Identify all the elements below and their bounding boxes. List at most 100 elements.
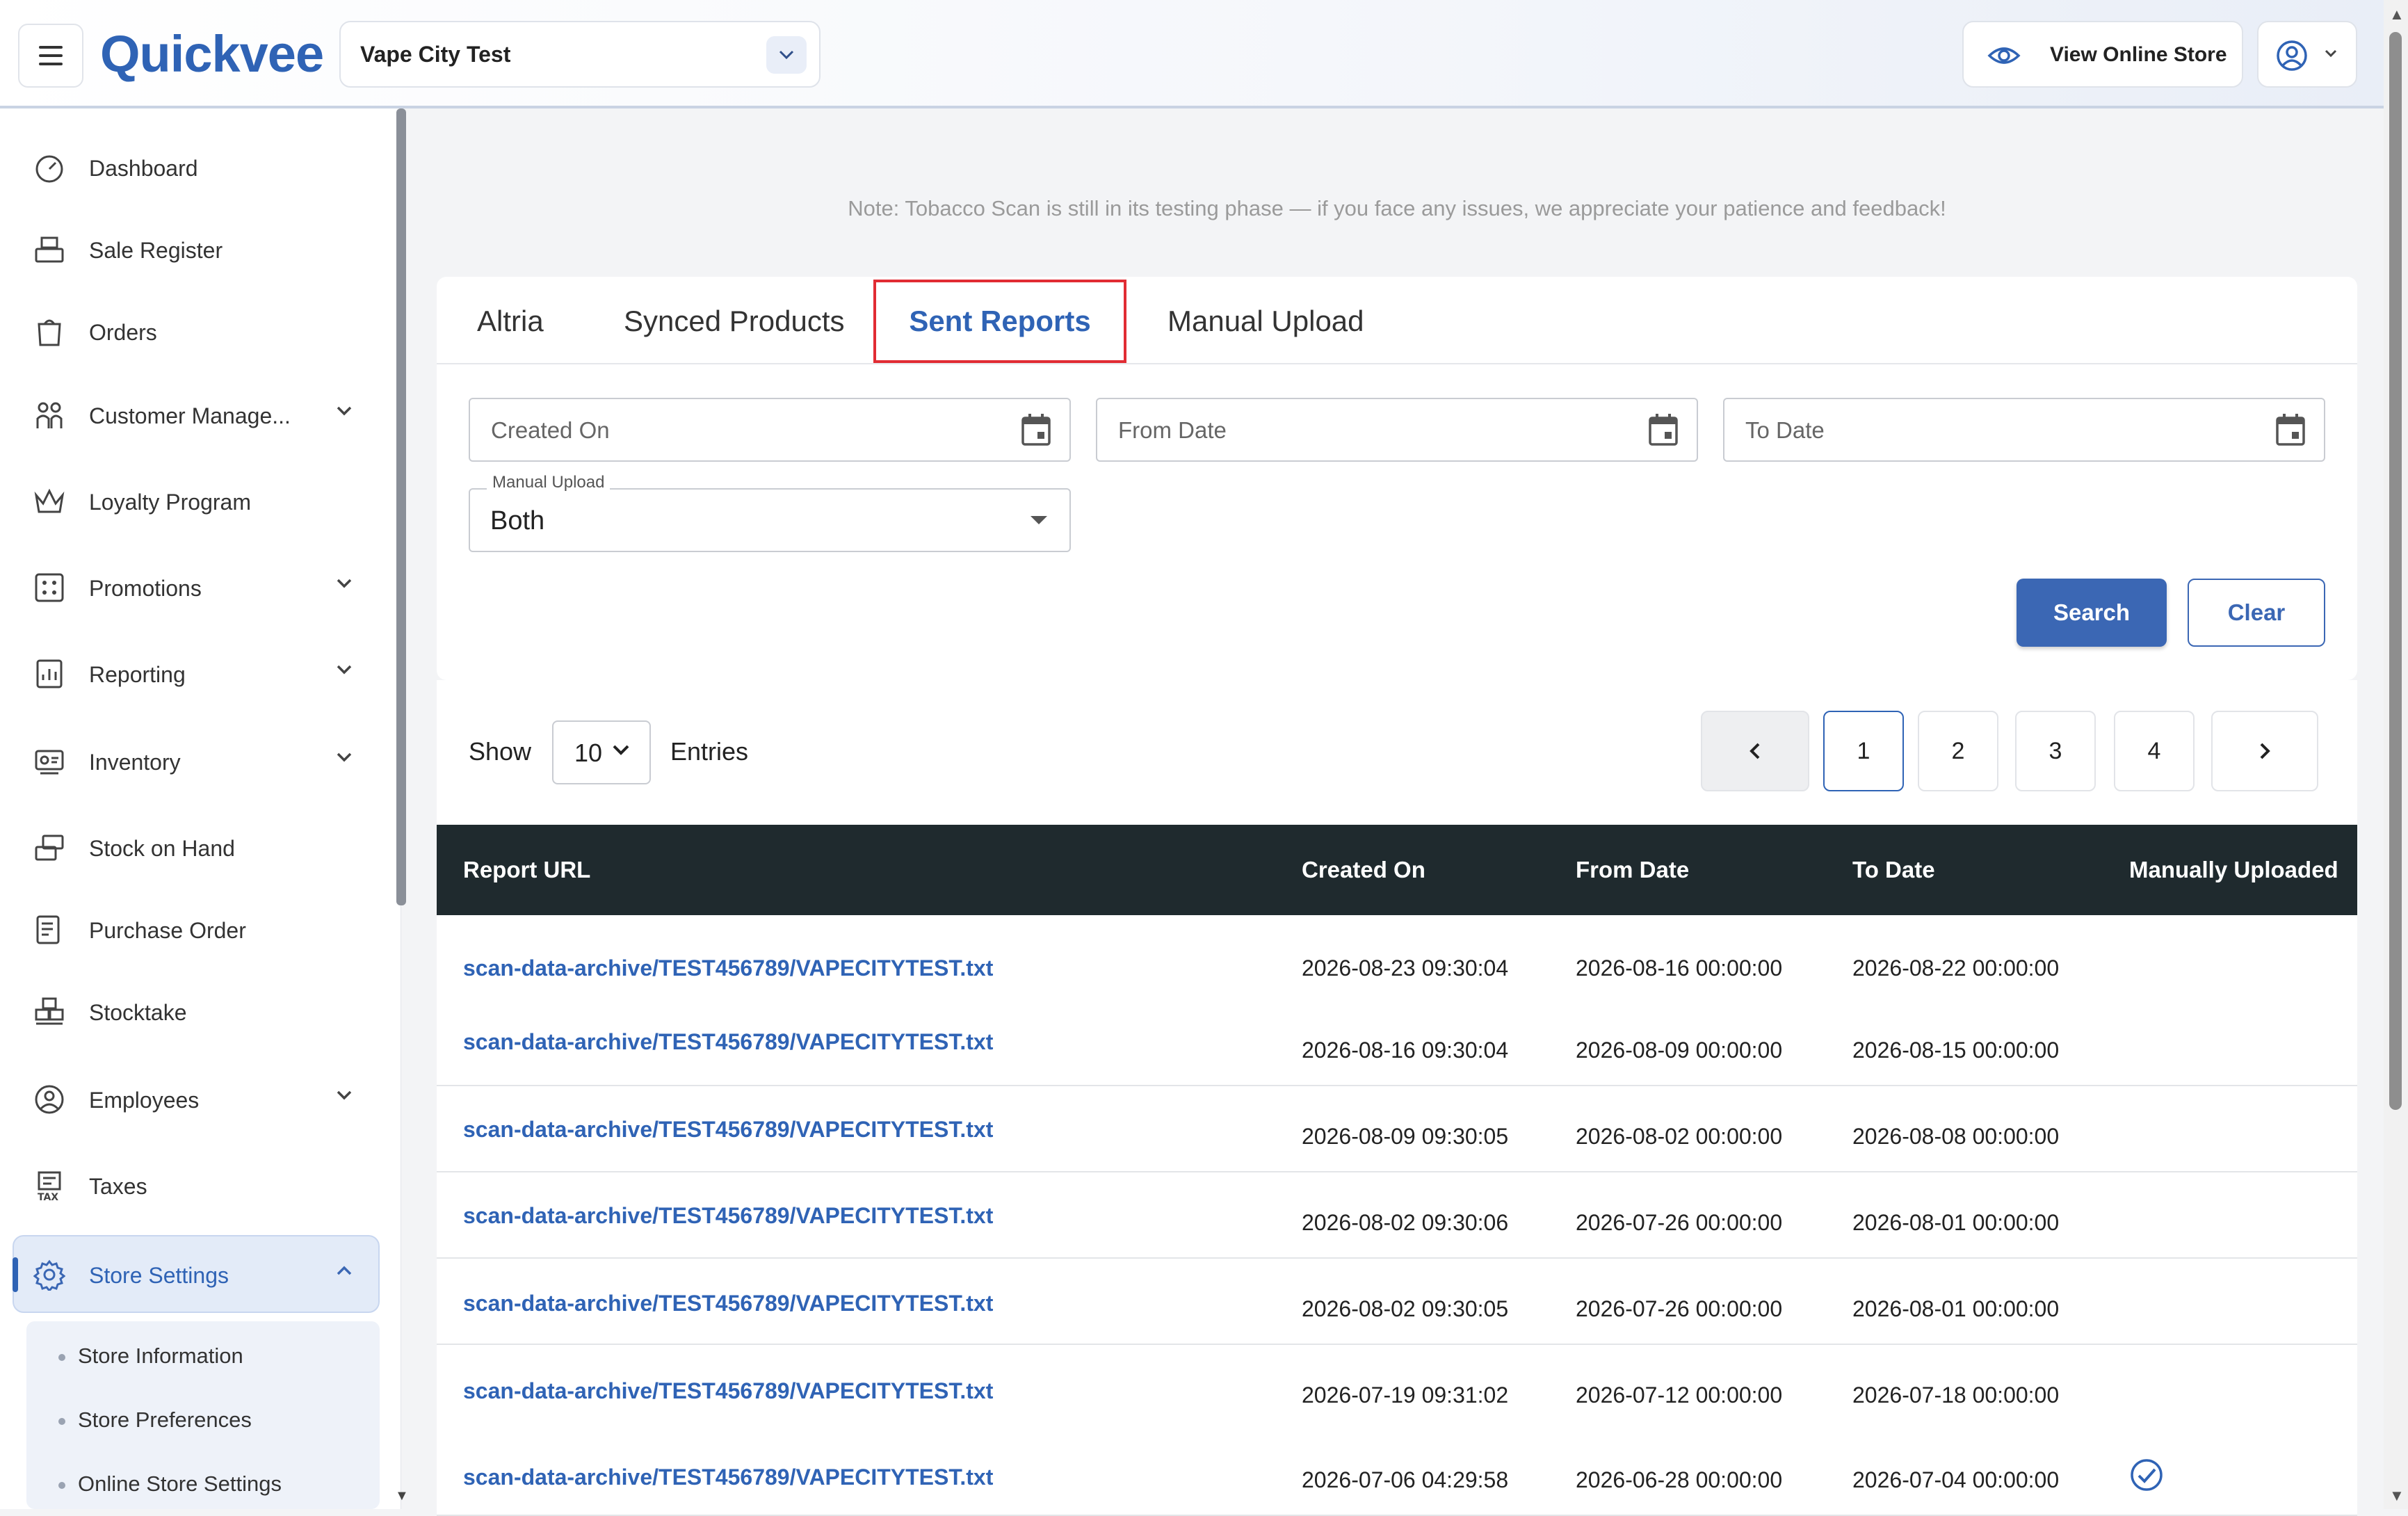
calendar-icon[interactable] [2275,413,2306,450]
eye-icon [1987,42,2021,73]
from-date-cell: 2026-07-12 00:00:00 [1576,1382,1783,1408]
from-date-cell: 2026-06-28 00:00:00 [1576,1467,1783,1492]
clear-button[interactable]: Clear [2188,579,2325,647]
report-url-link[interactable]: scan-data-archive/TEST456789/VAPECITYTES… [463,1378,993,1404]
to-date-cell: 2026-08-08 00:00:00 [1852,1124,2060,1149]
column-manually-uploaded[interactable]: Manually Uploaded [2129,857,2338,883]
from-date-field[interactable]: From Date [1096,398,1698,462]
user-menu-button[interactable] [2257,21,2357,88]
column-from-date[interactable]: From Date [1576,857,1689,883]
created-on-placeholder: Created On [491,417,610,443]
entries-label: Entries [670,737,749,766]
sidebar-item-label: Stocktake [89,1000,187,1025]
register-icon [33,234,65,266]
show-label: Show [469,737,532,766]
page-1-button[interactable]: 1 [1823,711,1904,791]
scroll-down-icon[interactable]: ▼ [2389,1487,2405,1505]
scroll-up-icon[interactable]: ▲ [2389,6,2405,24]
report-url-link[interactable]: scan-data-archive/TEST456789/VAPECITYTES… [463,955,993,981]
sidebar-item-loyalty-program[interactable]: Loyalty Program [0,466,389,535]
report-url-link[interactable]: scan-data-archive/TEST456789/VAPECITYTES… [463,1117,993,1143]
submenu-item-store-information[interactable]: Store Information [58,1344,243,1369]
page-scrollbar[interactable]: ▲ ▼ [2384,0,2408,1509]
sidebar-item-inventory[interactable]: Inventory [0,726,389,796]
chevron-left-icon [1750,743,1760,759]
submenu-item-store-preferences[interactable]: Store Preferences [58,1408,252,1433]
tab-manual-upload[interactable]: Manual Upload [1167,305,1364,338]
to-date-cell: 2026-07-18 00:00:00 [1852,1382,2060,1408]
page-3-button[interactable]: 3 [2015,711,2096,791]
manual-upload-value: Both [490,506,545,535]
from-date-cell: 2026-07-26 00:00:00 [1576,1210,1783,1235]
report-url-link[interactable]: scan-data-archive/TEST456789/VAPECITYTES… [463,1029,993,1055]
to-date-cell: 2026-08-22 00:00:00 [1852,955,2060,981]
chevron-down-icon [2324,49,2338,62]
sidebar-item-dashboard[interactable]: Dashboard [0,132,389,202]
tab-sent-reports[interactable]: Sent Reports [873,280,1126,363]
report-url-link[interactable]: scan-data-archive/TEST456789/VAPECITYTES… [463,1291,993,1316]
column-to-date[interactable]: To Date [1852,857,1935,883]
bullet-icon [58,1417,65,1425]
tab-synced-products[interactable]: Synced Products [624,305,845,338]
calendar-icon[interactable] [1021,413,1051,450]
table-row: scan-data-archive/TEST456789/VAPECITYTES… [437,1345,2357,1431]
sidebar-item-label: Purchase Order [89,918,246,943]
sidebar-item-label: Customer Manage... [89,403,291,428]
promotions-icon [33,572,65,604]
table-row: scan-data-archive/TEST456789/VAPECITYTES… [437,1430,2357,1516]
created-on-cell: 2026-08-02 09:30:05 [1302,1296,1509,1321]
sidebar-item-customer-manage[interactable]: Customer Manage... [0,380,389,449]
search-button[interactable]: Search [2017,579,2167,647]
sidebar-item-stocktake[interactable]: Stocktake [0,976,389,1046]
store-selector[interactable]: Vape City Test [339,21,821,88]
store-name: Vape City Test [360,42,511,67]
submenu-item-online-store-settings[interactable]: Online Store Settings [58,1471,282,1497]
to-date-cell: 2026-08-01 00:00:00 [1852,1210,2060,1235]
sidebar-item-reporting[interactable]: Reporting [0,638,389,708]
to-date-field[interactable]: To Date [1723,398,2325,462]
sidebar-item-label: Employees [89,1088,200,1113]
table-row: scan-data-archive/TEST456789/VAPECITYTES… [437,915,2357,1001]
tab-altria[interactable]: Altria [477,305,544,338]
sidebar-scrollbar-thumb[interactable] [396,108,406,905]
sidebar-scroll-down-icon[interactable]: ▼ [395,1488,409,1504]
report-url-link[interactable]: scan-data-archive/TEST456789/VAPECITYTES… [463,1203,993,1229]
report-url-link[interactable]: scan-data-archive/TEST456789/VAPECITYTES… [463,1465,993,1490]
entries-per-page-value: 10 [574,739,603,767]
employees-icon [33,1083,65,1115]
prev-page-button[interactable] [1701,711,1809,791]
chevron-down-icon [335,577,353,593]
stock-icon [33,832,65,864]
submenu-item-label: Store Preferences [78,1408,252,1432]
sidebar-item-taxes[interactable]: TAX Taxes [0,1150,389,1220]
sidebar-item-orders[interactable]: Orders [0,296,389,366]
column-created-on[interactable]: Created On [1302,857,1425,883]
purchase-order-icon [33,914,65,946]
from-date-cell: 2026-07-26 00:00:00 [1576,1296,1783,1321]
table-row: scan-data-archive/TEST456789/VAPECITYTES… [437,1259,2357,1345]
quickvee-logo[interactable]: Quickvee [100,21,324,88]
view-online-store-button[interactable]: View Online Store [1962,21,2243,88]
created-on-cell: 2026-07-19 09:31:02 [1302,1382,1509,1408]
manual-upload-label: Manual Upload [487,473,611,492]
sidebar-item-stock-on-hand[interactable]: Stock on Hand [0,812,389,882]
page-2-button[interactable]: 2 [1918,711,1998,791]
created-on-cell: 2026-08-23 09:30:04 [1302,955,1509,981]
created-on-cell: 2026-08-09 09:30:05 [1302,1124,1509,1149]
calendar-icon[interactable] [1648,413,1679,450]
from-date-cell: 2026-08-02 00:00:00 [1576,1124,1783,1149]
sidebar-item-employees[interactable]: Employees [0,1064,389,1134]
chevron-down-icon [335,1089,353,1105]
sidebar-item-store-settings[interactable]: Store Settings [0,1239,389,1309]
manual-upload-select[interactable] [469,488,1071,552]
entries-per-page-select[interactable]: 10 [552,720,651,784]
column-report-url[interactable]: Report URL [463,857,590,883]
scrollbar-thumb[interactable] [2389,32,2402,1110]
hamburger-menu-button[interactable] [18,24,83,88]
sidebar-item-promotions[interactable]: Promotions [0,552,389,622]
next-page-button[interactable] [2211,711,2318,791]
created-on-field[interactable]: Created On [469,398,1071,462]
sidebar-item-sale-register[interactable]: Sale Register [0,214,389,284]
sidebar-item-purchase-order[interactable]: Purchase Order [0,894,389,964]
page-4-button[interactable]: 4 [2114,711,2195,791]
